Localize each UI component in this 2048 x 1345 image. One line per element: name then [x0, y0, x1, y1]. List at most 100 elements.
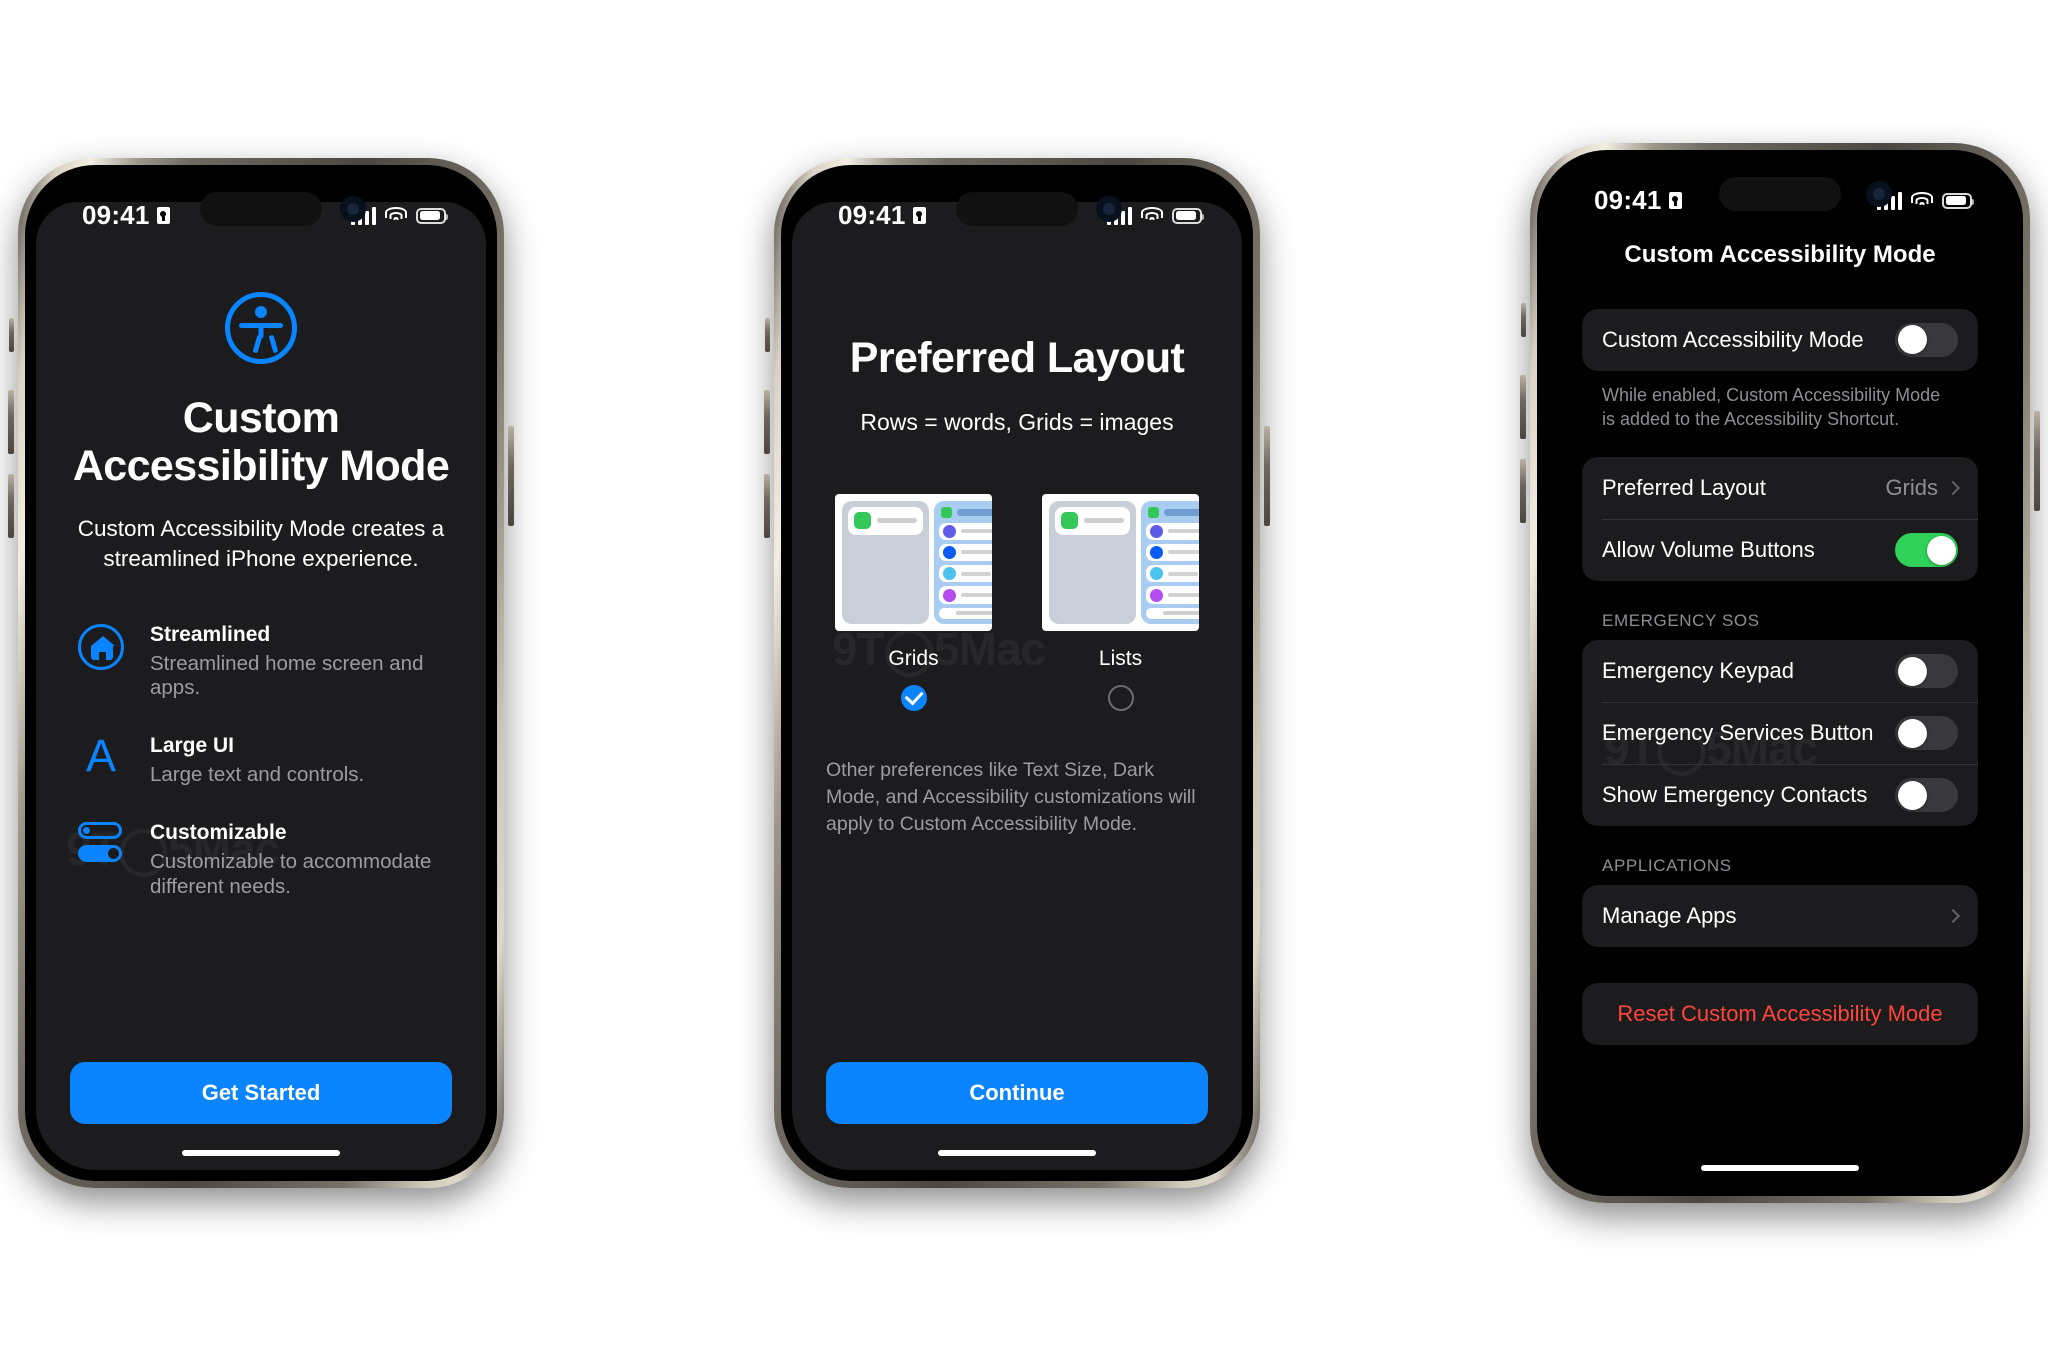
get-started-button[interactable]: Get Started [70, 1061, 452, 1124]
home-indicator[interactable] [1701, 1164, 1859, 1171]
row-preferred-layout[interactable]: Preferred Layout Grids [1582, 457, 1978, 519]
row-manage-apps[interactable]: Manage Apps [1582, 885, 1978, 947]
row-label: Custom Accessibility Mode [1602, 326, 1864, 352]
device-bezel: 9T◯5Mac Custom Accessibility Mode Custom… [25, 164, 497, 1181]
settings-group-emergency: Emergency Keypad Emergency Services Butt… [1582, 640, 1978, 827]
row-emergency-services-button[interactable]: Emergency Services Button [1582, 702, 1978, 764]
feature-item-streamlined: Streamlined Streamlined home screen and … [76, 622, 452, 701]
layout-option-grids[interactable]: Grids [835, 493, 992, 711]
layout-option-label: Grids [888, 646, 939, 670]
layout-options: Grids Lists [826, 493, 1208, 711]
front-camera [340, 195, 366, 222]
volume-down-button[interactable] [1520, 458, 1526, 523]
battery-icon [416, 207, 448, 224]
intro-sheet: 9T◯5Mac Custom Accessibility Mode Custom… [36, 201, 486, 1170]
status-bar-time: 09:41 [1594, 185, 1682, 216]
chevron-right-icon [1945, 909, 1961, 924]
wifi-icon [1911, 192, 1933, 209]
row-label: Manage Apps [1602, 903, 1737, 929]
battery-icon [1172, 207, 1204, 224]
wifi-icon [1141, 207, 1163, 224]
row-value: Grids [1885, 475, 1938, 501]
home-indicator[interactable] [938, 1149, 1096, 1156]
row-custom-accessibility-mode[interactable]: Custom Accessibility Mode [1582, 309, 1978, 371]
volume-up-button[interactable] [8, 389, 14, 454]
grids-thumbnail [835, 493, 992, 631]
volume-down-button[interactable] [8, 473, 14, 538]
lock-portrait-icon [156, 207, 170, 224]
lists-thumbnail [1042, 493, 1199, 631]
page-title: Preferred Layout [849, 333, 1185, 382]
row-emergency-keypad[interactable]: Emergency Keypad [1582, 640, 1978, 702]
front-camera [1096, 195, 1122, 222]
layout-option-label: Lists [1098, 646, 1143, 670]
status-bar-time: 09:41 [838, 200, 926, 231]
home-circle-icon [76, 622, 126, 670]
power-button[interactable] [1264, 425, 1270, 526]
row-allow-volume-buttons[interactable]: Allow Volume Buttons [1582, 519, 1978, 581]
screen-preferred-layout: 9T◯5Mac Preferred Layout Rows = words, G… [792, 175, 1242, 1170]
feature-body: Streamlined home screen and apps. [150, 651, 424, 700]
power-button[interactable] [2034, 410, 2040, 511]
row-label: Emergency Keypad [1602, 658, 1794, 684]
volume-up-button[interactable] [1520, 374, 1526, 439]
continue-button[interactable]: Continue [826, 1061, 1208, 1124]
page-title: Custom Accessibility Mode [72, 393, 450, 490]
dynamic-island [200, 191, 322, 226]
layout-option-lists[interactable]: Lists [1042, 493, 1199, 711]
layout-option-radio-unselected[interactable] [1107, 684, 1134, 711]
status-bar-time: 09:41 [82, 200, 170, 231]
device-bezel: 9T◯5Mac Custom Accessibility Mode Custom… [1537, 149, 2023, 1196]
row-show-emergency-contacts[interactable]: Show Emergency Contacts [1582, 764, 1978, 826]
nav-title: Custom Accessibility Mode [1624, 240, 1936, 268]
group-footer-note: While enabled, Custom Accessibility Mode… [1602, 384, 1941, 429]
settings-group-layout: Preferred Layout Grids Allow Volume Butt… [1582, 457, 1978, 582]
device-bezel: 9T◯5Mac Preferred Layout Rows = words, G… [781, 164, 1253, 1181]
layout-note: Other preferences like Text Size, Dark M… [826, 758, 1196, 836]
page-subtitle: Rows = words, Grids = images [860, 408, 1174, 435]
layout-option-radio-selected[interactable] [900, 684, 927, 711]
battery-icon [1942, 192, 1974, 209]
silence-switch[interactable] [765, 317, 770, 352]
feature-title: Large UI [150, 734, 235, 758]
settings-group-main: Custom Accessibility Mode [1582, 308, 1978, 371]
reset-button-label: Reset Custom Accessibility Mode [1617, 1001, 1943, 1027]
lock-portrait-icon [912, 207, 926, 224]
section-header-applications: APPLICATIONS [1602, 856, 1732, 876]
volume-down-button[interactable] [764, 473, 770, 538]
feature-title: Streamlined [150, 622, 271, 646]
lock-portrait-icon [1668, 192, 1682, 209]
page-subtitle: Custom Accessibility Mode creates a stre… [77, 515, 445, 571]
feature-item-customizable: Customizable Customizable to accommodate… [76, 820, 452, 899]
toggle-emergency-keypad[interactable] [1895, 654, 1958, 689]
layout-sheet: 9T◯5Mac Preferred Layout Rows = words, G… [792, 201, 1242, 1170]
settings-group-reset: Reset Custom Accessibility Mode [1582, 983, 1978, 1046]
toggles-icon [76, 820, 126, 862]
feature-item-large-ui: A Large UI Large text and controls. [76, 733, 452, 788]
settings-group-applications: Manage Apps [1582, 885, 1978, 948]
row-label: Show Emergency Contacts [1602, 782, 1868, 808]
silence-switch[interactable] [1521, 302, 1526, 337]
home-indicator[interactable] [182, 1149, 340, 1156]
screen-settings: 9T◯5Mac Custom Accessibility Mode Custom… [1548, 160, 2012, 1185]
toggle-allow-volume-buttons[interactable] [1895, 533, 1958, 568]
volume-up-button[interactable] [764, 389, 770, 454]
feature-body: Large text and controls. [150, 763, 365, 787]
toggle-show-emergency-contacts[interactable] [1895, 778, 1958, 813]
feature-title: Customizable [150, 820, 287, 844]
large-letter-a-icon: A [85, 730, 116, 782]
iphone-device-3: 9T◯5Mac Custom Accessibility Mode Custom… [1520, 142, 2040, 1203]
settings-list: Custom Accessibility Mode While enabled,… [1582, 308, 1978, 1046]
screen-onboarding-intro: 9T◯5Mac Custom Accessibility Mode Custom… [36, 175, 486, 1170]
silence-switch[interactable] [9, 317, 14, 352]
section-header-emergency-sos: EMERGENCY SOS [1602, 611, 1760, 631]
chevron-right-icon [1945, 481, 1961, 496]
toggle-custom-accessibility-mode[interactable] [1895, 322, 1958, 357]
row-label: Emergency Services Button [1602, 720, 1874, 746]
settings-sheet: 9T◯5Mac Custom Accessibility Mode Custom… [1548, 160, 2012, 1185]
dynamic-island [956, 191, 1078, 226]
row-label: Preferred Layout [1602, 475, 1766, 501]
toggle-emergency-services-button[interactable] [1895, 716, 1958, 751]
power-button[interactable] [508, 425, 514, 526]
row-reset[interactable]: Reset Custom Accessibility Mode [1582, 983, 1978, 1045]
